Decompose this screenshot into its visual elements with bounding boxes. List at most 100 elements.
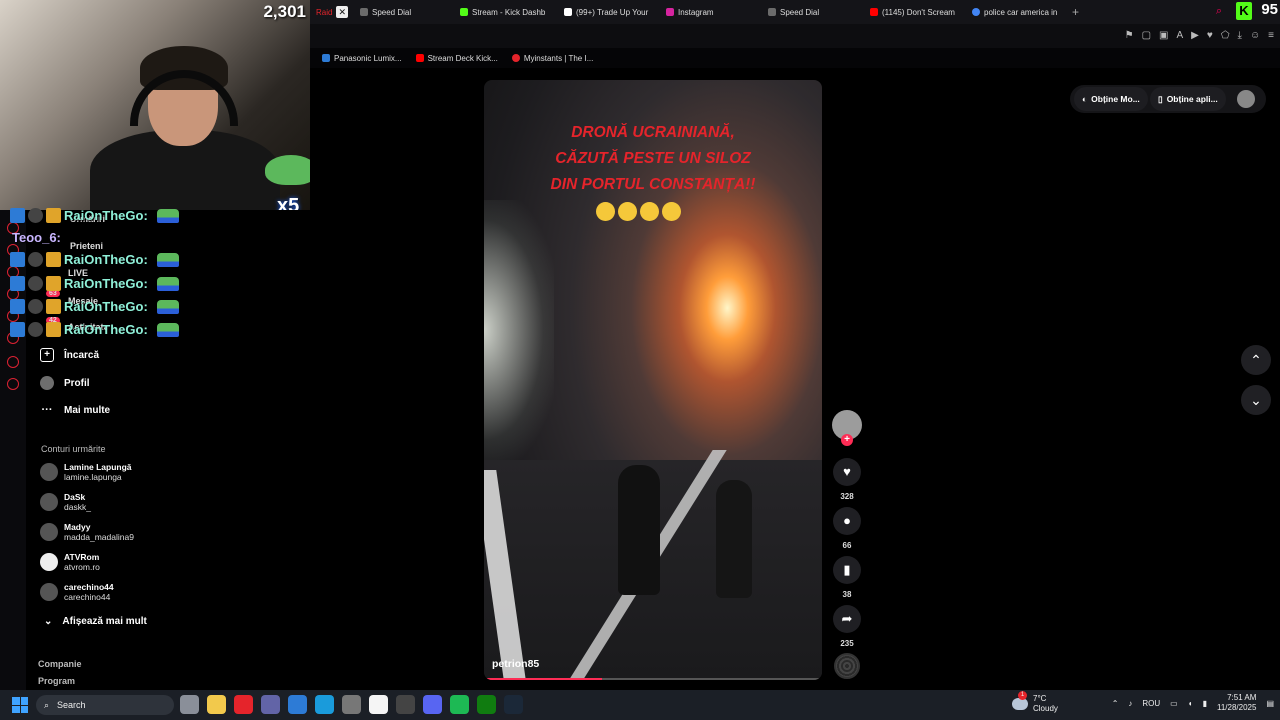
network-icon[interactable]: ▭ — [1170, 699, 1178, 708]
tab-youtube[interactable]: (1145) Don't Scream — [864, 0, 966, 24]
tab-google[interactable]: police car america in — [966, 0, 1066, 24]
get-app-label: Obține apli... — [1166, 94, 1218, 104]
video-light — [484, 200, 554, 460]
settings-icon[interactable] — [7, 378, 19, 390]
temperature: 7°C — [1033, 694, 1047, 703]
microphone-icon[interactable]: ♪ — [1128, 699, 1132, 708]
comment-button[interactable]: ● — [833, 507, 861, 535]
close-icon[interactable]: ✕ — [336, 6, 348, 18]
bookmark-label: Panasonic Lumix... — [334, 53, 402, 63]
discord-icon[interactable] — [423, 695, 442, 714]
footer-links: Companie Program — [38, 656, 82, 690]
tab-tiktok[interactable]: (99+) Trade Up Your — [558, 0, 660, 24]
footer-link-program[interactable]: Program — [38, 673, 82, 690]
tab-speed-dial-2[interactable]: Speed Dial — [762, 0, 864, 24]
followed-account[interactable]: ATVRom atvrom.ro — [40, 552, 100, 572]
caption-line: DIN PORTUL CONSTANȚA!! — [550, 176, 756, 193]
spotify-icon[interactable] — [450, 695, 469, 714]
avatar — [40, 493, 58, 511]
translate-icon[interactable]: A — [1177, 30, 1184, 41]
weather-widget[interactable]: 7°C Cloudy 1 — [1012, 691, 1058, 714]
followed-account[interactable]: carechino44 carechino44 — [40, 582, 114, 602]
player-icon[interactable]: ▶ — [1191, 30, 1199, 41]
video-player[interactable]: DRONĂ UCRAINIANĂ, CĂZUTĂ PESTE UN SILOZ … — [484, 80, 822, 680]
avatar — [40, 553, 58, 571]
user-avatar[interactable] — [1237, 90, 1255, 108]
footer-link-company[interactable]: Companie — [38, 656, 82, 673]
sidebar-item-profile[interactable]: Profil — [40, 376, 90, 390]
obs-icon[interactable] — [396, 695, 415, 714]
clock[interactable]: 7:51 AM 11/28/2025 — [1217, 693, 1256, 713]
show-more-button[interactable]: ⌄ Afișează mai mult — [44, 616, 147, 627]
taskbar-apps — [180, 695, 523, 714]
app-icon[interactable] — [288, 695, 307, 714]
get-mode-button[interactable]: ◐ Obține Mo... — [1074, 87, 1148, 111]
video-progress-bar[interactable] — [484, 678, 822, 680]
file-explorer-icon[interactable] — [207, 695, 226, 714]
search-icon[interactable]: ⌕ — [1216, 5, 1222, 18]
music-disc-icon[interactable] — [834, 653, 860, 679]
video-person — [716, 480, 752, 598]
avatar — [40, 583, 58, 601]
tab-speed-dial[interactable]: Speed Dial — [354, 0, 454, 24]
menu-icon[interactable]: ≡ — [1268, 30, 1274, 41]
tab-kick-dashboard[interactable]: Stream - Kick Dashb — [454, 0, 558, 24]
tab-raid[interactable]: Raid ✕ — [310, 0, 354, 24]
like-button[interactable]: ♥ — [833, 458, 861, 486]
followed-account[interactable]: Lamine Lapungă lamine.lapunga — [40, 462, 132, 482]
screen: Raid ✕ Speed Dial Stream - Kick Dashb (9… — [0, 0, 1280, 720]
notifications-icon[interactable]: ▤ — [1266, 699, 1274, 708]
edge-icon[interactable] — [315, 695, 334, 714]
share-button[interactable]: ➦ — [833, 605, 861, 633]
wallet-icon[interactable]: ⬠ — [1221, 30, 1230, 41]
windows-start-icon[interactable] — [12, 697, 28, 713]
snapshot-icon[interactable]: ▢ — [1142, 30, 1151, 41]
heart-icon[interactable]: ♥ — [1207, 30, 1213, 41]
teams-icon[interactable] — [261, 695, 280, 714]
new-tab-button[interactable]: + — [1066, 5, 1085, 19]
sidebar-item-upload[interactable]: + Încarcă — [40, 348, 99, 362]
sidebar-app-icon[interactable] — [7, 356, 19, 368]
tab-bar: Raid ✕ Speed Dial Stream - Kick Dashb (9… — [310, 0, 1280, 24]
followed-account[interactable]: DaSk daskk_ — [40, 492, 91, 512]
store-icon[interactable] — [369, 695, 388, 714]
taskbar-search[interactable]: ⌕ Search — [36, 695, 174, 715]
followed-account[interactable]: Madyy madda_madalina9 — [40, 522, 134, 542]
save-button[interactable]: ▮ — [833, 556, 861, 584]
bookmark-myinstants[interactable]: Myinstants | The I... — [511, 54, 593, 63]
badge-icon — [28, 252, 43, 267]
task-view-icon[interactable] — [180, 695, 199, 714]
account-handle: atvrom.ro — [64, 562, 100, 572]
chevron-up-icon[interactable]: ⌃ — [1112, 699, 1119, 708]
bookmark-panasonic[interactable]: Panasonic Lumix... — [322, 54, 402, 63]
more-icon: ··· — [41, 404, 53, 416]
settings-icon[interactable] — [342, 695, 361, 714]
extensions-icon[interactable]: ▣ — [1159, 30, 1168, 41]
volume-icon[interactable]: ◖ — [1188, 699, 1193, 708]
video-author[interactable]: petrion85 — [492, 658, 539, 670]
tab-instagram[interactable]: Instagram — [660, 0, 762, 24]
kick-logo-icon: K — [1236, 2, 1252, 20]
language-indicator[interactable]: ROU — [1142, 699, 1160, 708]
battery-icon[interactable]: ▮ — [1203, 699, 1207, 708]
bookmark-stream-deck[interactable]: Stream Deck Kick... — [415, 54, 498, 63]
profile-icon[interactable]: ☺ — [1250, 30, 1260, 41]
follow-plus-icon[interactable]: + — [841, 434, 853, 446]
steam-icon[interactable] — [504, 695, 523, 714]
download-icon[interactable]: ⤓ — [1238, 30, 1242, 41]
opera-gx-icon[interactable] — [234, 695, 253, 714]
chat-username: RaiOnTheGo: — [64, 299, 148, 314]
previous-video-button[interactable]: ⌃ — [1241, 345, 1271, 375]
xbox-icon[interactable] — [477, 695, 496, 714]
show-more-label: Afișează mai mult — [62, 616, 147, 627]
like-count: 328 — [840, 492, 854, 501]
speed-dial-icon — [768, 8, 776, 16]
bookmark-favicon-icon — [322, 54, 330, 62]
sidebar-item-more[interactable]: ··· Mai multe — [40, 403, 111, 417]
badge-icon — [46, 252, 61, 267]
get-app-button[interactable]: ▯ Obține apli... — [1150, 87, 1226, 111]
bookmark-icon[interactable]: ⚑ — [1125, 30, 1134, 41]
next-video-button[interactable]: ⌄ — [1241, 385, 1271, 415]
clock-date: 11/28/2025 — [1216, 703, 1257, 712]
avatar — [40, 523, 58, 541]
